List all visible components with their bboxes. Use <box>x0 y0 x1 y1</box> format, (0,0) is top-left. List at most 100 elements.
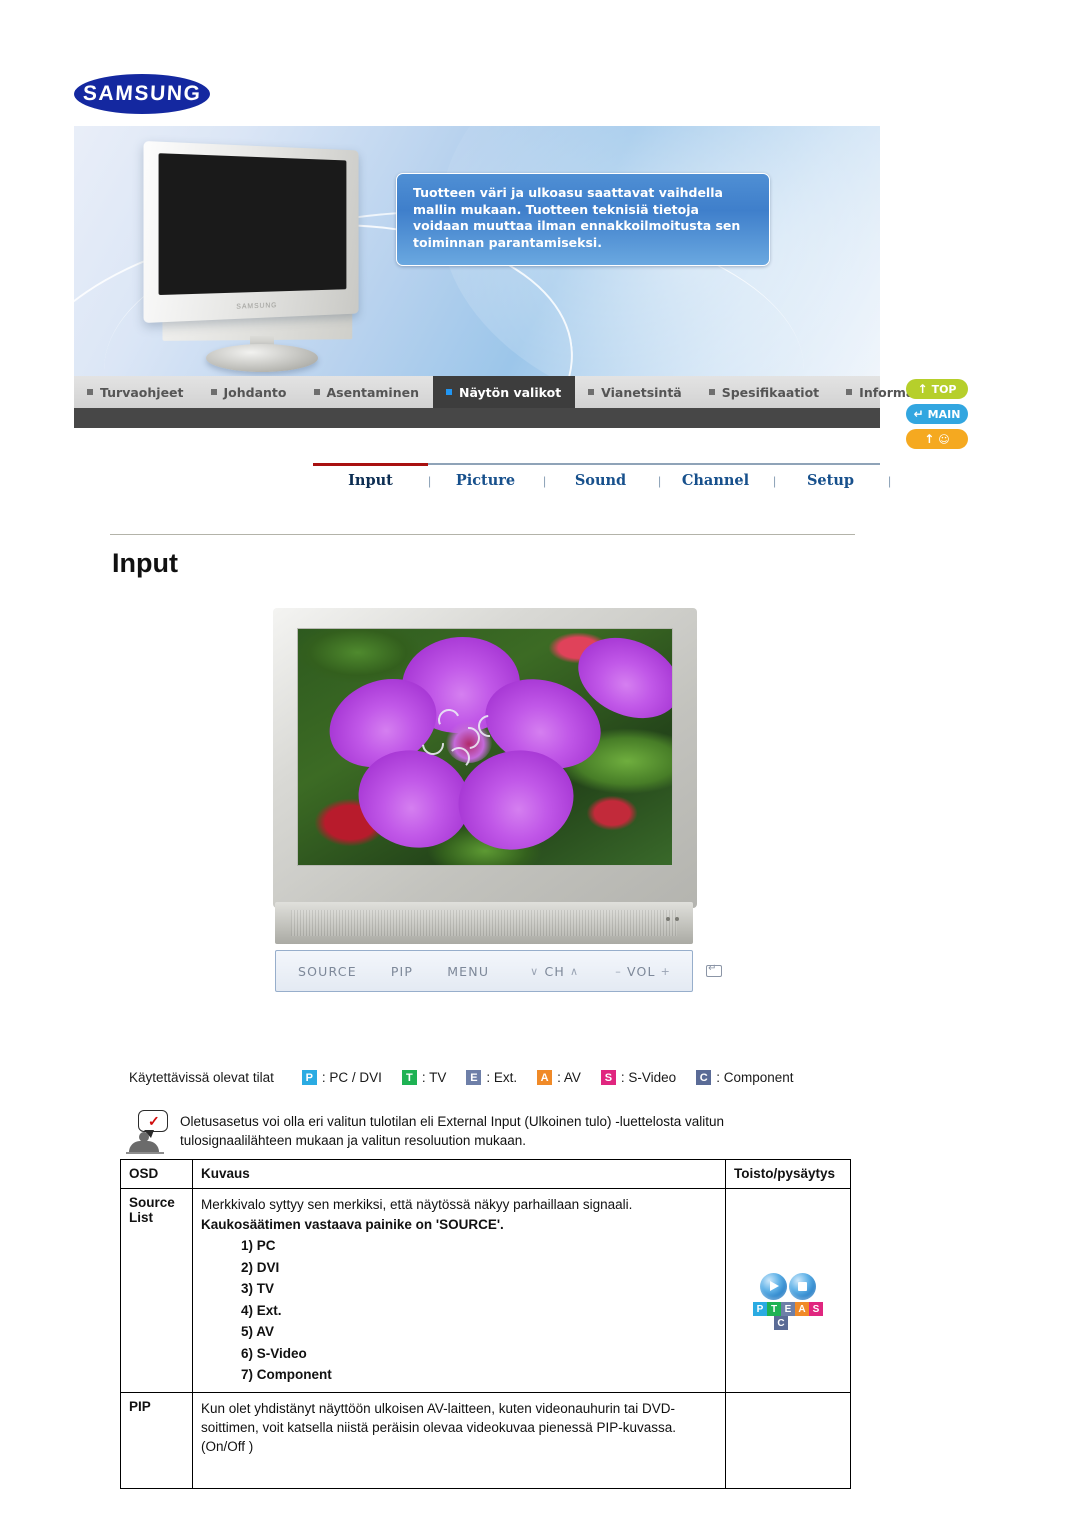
person-base-line <box>126 1152 164 1154</box>
nav-label: Vianetsintä <box>601 384 682 400</box>
arrow-up-icon: ↑ <box>917 382 928 396</box>
tv-stand-base <box>206 344 318 372</box>
top-button[interactable]: ↑ TOP <box>906 379 968 399</box>
control-menu[interactable]: MENU <box>447 964 489 979</box>
nav-item-nayton-valikot[interactable]: Näytön valikot <box>433 376 576 408</box>
note-line-1: Oletusasetus voi olla eri valitun tuloti… <box>180 1114 725 1129</box>
logo-ellipse: SAMSUNG <box>74 74 210 114</box>
hero-notice-box: Tuotteen väri ja ulkoasu saattavat vaihd… <box>396 173 770 266</box>
subtab-row: Input | Picture | Sound | Channel | Setu… <box>313 466 891 489</box>
badge-a-icon: A <box>537 1070 553 1085</box>
tv-bezel: SAMSUNG <box>143 140 359 324</box>
monitor-control-bar[interactable]: SOURCE PIP MENU ∨ CH ∧ – VOL + <box>275 950 723 992</box>
note-block: ✓ Oletusasetus voi olla eri valitun tulo… <box>124 1110 854 1158</box>
table-row: Source List Merkkivalo syttyy sen merkik… <box>120 1188 851 1393</box>
mode-badge-rows: P T E A S C <box>753 1302 823 1330</box>
samsung-logo: SAMSUNG <box>74 74 210 114</box>
nav-item-asentaminen[interactable]: Asentaminen <box>301 376 434 408</box>
nav-item-turvaohjeet[interactable]: Turvaohjeet <box>74 376 198 408</box>
cell-osd-pip: PIP <box>120 1391 193 1489</box>
nav-label: Spesifikaatiot <box>721 384 820 400</box>
chevron-down-icon[interactable]: ∨ <box>530 965 539 978</box>
cell-description-source-list: Merkkivalo syttyy sen merkiksi, että näy… <box>192 1188 726 1393</box>
legend-entry-text: : Component <box>716 1070 794 1085</box>
bullet-square-icon <box>210 389 217 395</box>
osd-table: OSD Kuvaus Toisto/pysäytys Source List M… <box>120 1159 851 1489</box>
hero-tv-illustration: SAMSUNG <box>110 140 410 376</box>
tab-channel[interactable]: Channel <box>658 466 773 489</box>
control-channel[interactable]: ∨ CH ∧ <box>525 964 584 979</box>
legend-label: Käytettävissä olevat tilat <box>129 1070 274 1085</box>
hero-banner: SAMSUNG Tuotteen väri ja ulkoasu saattav… <box>74 126 880 376</box>
main-button[interactable]: ↵ MAIN <box>906 404 968 424</box>
th-kuvaus: Kuvaus <box>192 1159 726 1189</box>
control-enter[interactable] <box>706 963 723 977</box>
tab-sound[interactable]: Sound <box>543 466 658 489</box>
speaker-grille <box>291 910 677 936</box>
nav-label: Näytön valikot <box>459 384 562 400</box>
mode-badges: P T E A S C <box>734 1302 842 1330</box>
chevron-up-icon[interactable]: ∧ <box>570 965 579 978</box>
badge-t-icon: T <box>767 1302 781 1316</box>
tab-input[interactable]: Input <box>313 466 428 489</box>
source-list-item: 6) S-Video <box>241 1345 307 1361</box>
badge-t-icon: T <box>401 1070 417 1085</box>
top-button-label: TOP <box>931 382 957 396</box>
badge-p-icon: P <box>301 1070 317 1085</box>
bullet-square-icon <box>313 389 320 395</box>
flower-photo <box>298 629 672 865</box>
table-header: OSD Kuvaus Toisto/pysäytys <box>120 1159 851 1189</box>
control-source[interactable]: SOURCE <box>298 964 357 979</box>
enter-icon <box>706 963 723 977</box>
main-button-label: MAIN <box>927 407 961 421</box>
tab-setup[interactable]: Setup <box>773 466 888 489</box>
back-button[interactable]: ↑ ☺ <box>906 429 968 449</box>
desc-bold: Kaukosäätimen vastaava painike on 'SOURC… <box>201 1217 504 1232</box>
tv-brand-label: SAMSUNG <box>236 302 278 311</box>
osd-name-line-1: PIP <box>129 1398 151 1414</box>
monitor-screen <box>297 628 673 866</box>
play-icon <box>760 1273 787 1300</box>
desc-plain: Merkkivalo syttyy sen merkiksi, että näy… <box>201 1197 633 1212</box>
osd-name-line-2: List <box>129 1210 154 1225</box>
minus-icon[interactable]: – <box>615 965 622 978</box>
cell-playpause-source-list: P T E A S C <box>725 1188 851 1393</box>
play-pause-icons <box>734 1195 842 1300</box>
mode-legend: Käytettävissä olevat tilat P : PC / DVI … <box>129 1070 813 1085</box>
plus-icon[interactable]: + <box>661 965 671 978</box>
legend-entry-av: A : AV <box>537 1070 581 1085</box>
checkmark-icon: ✓ <box>148 1113 160 1129</box>
legend-entry-text: : AV <box>557 1070 581 1085</box>
note-line-2: tulosignaalilähteen mukaan ja valitun re… <box>180 1133 526 1148</box>
sub-tab-bar[interactable]: Input | Picture | Sound | Channel | Setu… <box>313 463 891 499</box>
badge-c-icon: C <box>696 1070 712 1085</box>
tab-picture[interactable]: Picture <box>428 466 543 489</box>
note-text-block: Oletusasetus voi olla eri valitun tuloti… <box>180 1110 854 1158</box>
nav-label: Johdanto <box>223 384 287 400</box>
legend-entry-component: C : Component <box>696 1070 793 1085</box>
table-header-row: OSD Kuvaus Toisto/pysäytys <box>120 1159 851 1189</box>
source-list-item: 5) AV <box>241 1324 275 1339</box>
main-navigation[interactable]: Turvaohjeet Johdanto Asentaminen Näytön … <box>74 376 956 408</box>
control-volume[interactable]: – VOL + <box>610 964 676 979</box>
flower-stamen <box>448 747 470 769</box>
badge-s-icon: S <box>809 1302 823 1316</box>
table-row: PIP Kun olet yhdistänyt näyttöön ulkoise… <box>120 1391 851 1489</box>
nav-item-vianetsinta[interactable]: Vianetsintä <box>575 376 696 408</box>
source-list-item: 2) DVI <box>241 1259 280 1275</box>
legend-entry-text: : S-Video <box>620 1070 677 1085</box>
legend-entry-text: : TV <box>421 1070 447 1085</box>
legend-entry-pc-dvi: P : PC / DVI <box>301 1070 382 1085</box>
monitor-bezel <box>273 608 697 908</box>
hero-notice-text: Tuotteen väri ja ulkoasu saattavat vaihd… <box>413 185 741 250</box>
mode-badge-strip-top: P T E A S <box>753 1302 823 1316</box>
mode-badge-strip-bottom: C <box>774 1316 788 1330</box>
nav-item-johdanto[interactable]: Johdanto <box>198 376 301 408</box>
control-pip[interactable]: PIP <box>391 964 413 979</box>
product-figure: SOURCE PIP MENU ∨ CH ∧ – VOL + <box>265 606 723 996</box>
source-list-item: 1) PC <box>241 1238 276 1253</box>
nav-item-spesifikaatiot[interactable]: Spesifikaatiot <box>696 376 833 408</box>
badge-e-icon: E <box>466 1070 482 1085</box>
control-ch-label: CH <box>544 963 565 979</box>
book-icon: ☺ <box>938 432 950 446</box>
